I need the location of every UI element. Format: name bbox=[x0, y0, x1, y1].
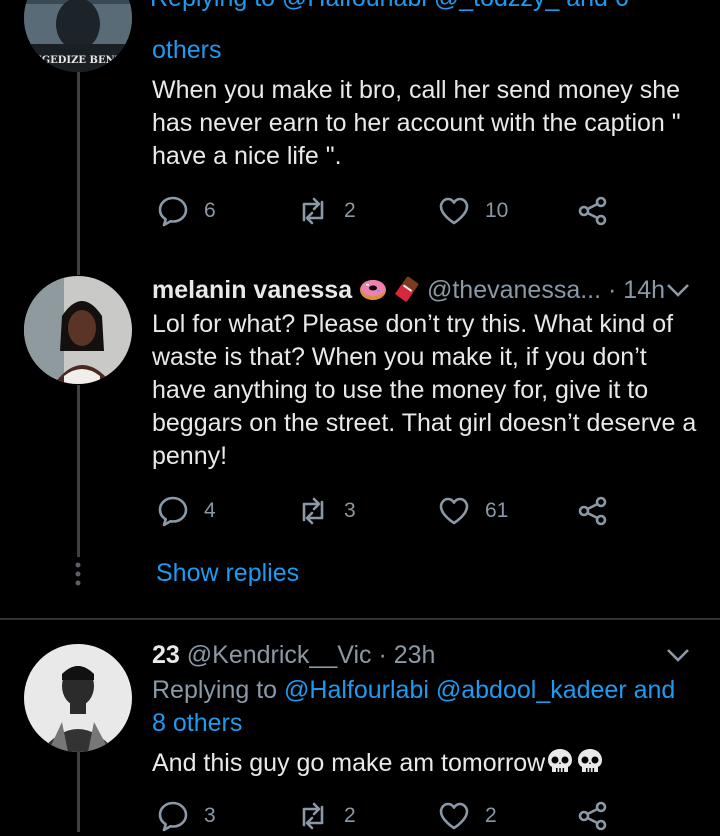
reply-icon bbox=[158, 496, 188, 527]
like-button[interactable]: 2 bbox=[437, 796, 497, 836]
tweet-actions: 4 3 61 bbox=[152, 491, 622, 531]
tweet-header: melanin vanessa @thevanessa... · 14h bbox=[152, 276, 665, 305]
timestamp[interactable]: · 23h bbox=[378, 641, 435, 669]
retweet-icon bbox=[302, 497, 324, 525]
heart-icon bbox=[439, 197, 469, 225]
reply-button[interactable]: 4 bbox=[156, 491, 216, 531]
reply-icon bbox=[158, 196, 188, 227]
avatar[interactable] bbox=[24, 276, 132, 384]
share-button[interactable] bbox=[576, 491, 610, 531]
retweet-button[interactable]: 3 bbox=[296, 491, 356, 531]
divider bbox=[0, 618, 720, 620]
tweet-header: 23 @Kendrick__Vic · 23h bbox=[152, 641, 435, 670]
tweet-actions: 3 2 2 bbox=[152, 796, 622, 836]
reply-icon bbox=[158, 801, 188, 832]
skull-icon bbox=[578, 749, 603, 772]
share-icon bbox=[578, 196, 607, 226]
share-button[interactable] bbox=[576, 191, 610, 231]
thread-line bbox=[77, 385, 80, 557]
tweet-text: Lol for what? Please don’t try this. Wha… bbox=[152, 310, 697, 470]
timestamp[interactable]: · 14h bbox=[608, 276, 665, 304]
mention-links[interactable]: @Halfourlabi @abdool_kadeer and bbox=[284, 676, 675, 704]
share-button[interactable] bbox=[576, 796, 610, 836]
share-icon bbox=[578, 801, 607, 831]
user-handle[interactable]: @thevanessa... bbox=[427, 276, 601, 304]
retweet-count: 2 bbox=[344, 804, 356, 827]
thread-line bbox=[77, 70, 80, 275]
like-count: 2 bbox=[485, 804, 497, 827]
display-name[interactable]: melanin vanessa bbox=[152, 276, 352, 304]
tweet-text: When you make it bro, call her send mone… bbox=[152, 76, 681, 170]
retweet-icon bbox=[302, 197, 324, 225]
like-count: 61 bbox=[485, 499, 509, 522]
retweet-button[interactable]: 2 bbox=[296, 796, 356, 836]
reply-button[interactable]: 6 bbox=[156, 191, 216, 231]
chocolate-icon bbox=[395, 276, 419, 302]
tweet-actions: 6 2 10 bbox=[152, 191, 622, 231]
retweet-count: 3 bbox=[344, 499, 356, 522]
chevron-down-icon[interactable] bbox=[664, 645, 692, 665]
display-name[interactable]: 23 bbox=[152, 641, 180, 669]
like-button[interactable]: 10 bbox=[437, 191, 508, 231]
like-button[interactable]: 61 bbox=[437, 491, 508, 531]
svg-text:EGEDIZE BENZ: EGEDIZE BENZ bbox=[34, 55, 122, 66]
share-icon bbox=[578, 496, 607, 526]
replying-to-cut[interactable]: Replying to @Halfourlabi @_todzzy_ and 6 bbox=[150, 0, 629, 13]
show-replies-link[interactable]: Show replies bbox=[156, 559, 299, 588]
reply-count: 6 bbox=[204, 199, 216, 222]
donut-icon bbox=[360, 280, 387, 300]
heart-icon bbox=[439, 497, 469, 525]
avatar[interactable]: EGEDIZE BENZ bbox=[24, 0, 132, 72]
like-count: 10 bbox=[485, 199, 509, 222]
heart-icon bbox=[439, 802, 469, 830]
reply-count: 4 bbox=[204, 499, 216, 522]
replying-others-link[interactable]: others bbox=[152, 34, 221, 67]
retweet-icon bbox=[302, 802, 324, 830]
retweet-button[interactable]: 2 bbox=[296, 191, 356, 231]
reply-button[interactable]: 3 bbox=[156, 796, 216, 836]
user-handle[interactable]: @Kendrick__Vic bbox=[187, 641, 372, 669]
more-dots-icon[interactable] bbox=[73, 561, 83, 587]
thread-line bbox=[77, 752, 80, 832]
skull-icon bbox=[548, 749, 573, 772]
replying-to: Replying to @Halfourlabi @abdool_kadeer … bbox=[152, 676, 676, 737]
chevron-down-icon[interactable] bbox=[664, 280, 692, 300]
avatar[interactable] bbox=[24, 644, 132, 752]
reply-count: 3 bbox=[204, 804, 216, 827]
retweet-count: 2 bbox=[344, 199, 356, 222]
tweet-text: And this guy go make am tomorrow bbox=[152, 747, 702, 780]
replying-others-link[interactable]: 8 others bbox=[152, 709, 242, 737]
